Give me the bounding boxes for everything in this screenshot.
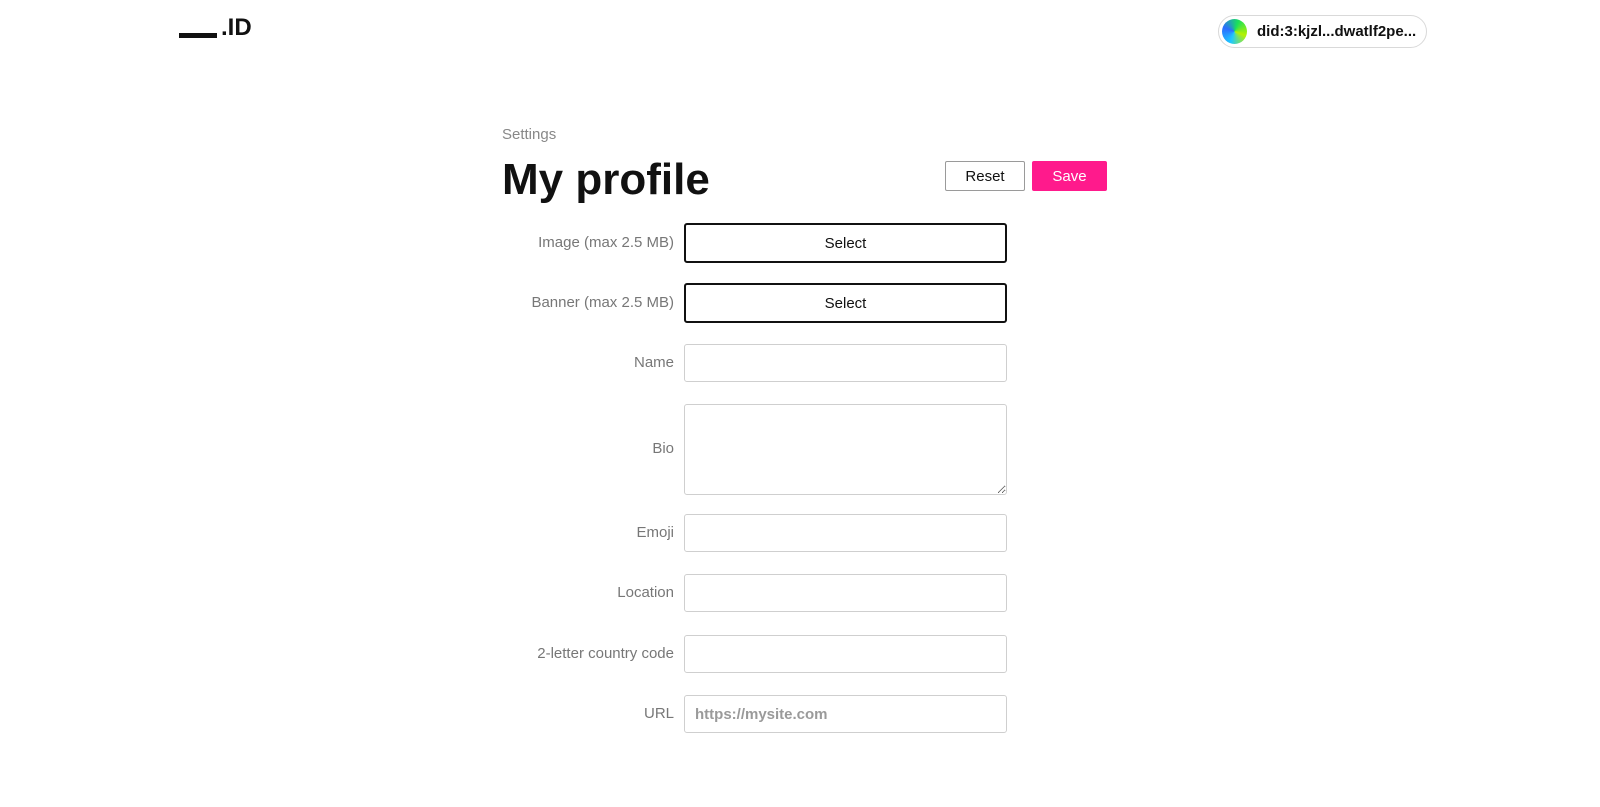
reset-button[interactable]: Reset: [945, 161, 1025, 191]
image-select-button[interactable]: Select: [684, 223, 1007, 263]
account-button[interactable]: did:3:kjzl...dwatlf2pe...: [1218, 15, 1427, 48]
country-label: 2-letter country code: [537, 645, 674, 662]
location-input[interactable]: [684, 574, 1007, 612]
location-label: Location: [617, 584, 674, 601]
emoji-label: Emoji: [636, 524, 674, 541]
logo-underscore-mark: [179, 33, 217, 38]
name-input[interactable]: [684, 344, 1007, 382]
name-label: Name: [633, 354, 674, 371]
avatar: [1222, 19, 1247, 44]
url-input[interactable]: [684, 695, 1007, 733]
country-code-input[interactable]: [684, 635, 1007, 673]
account-id: did:3:kjzl...dwatlf2pe...: [1257, 23, 1417, 40]
logo[interactable]: .ID: [179, 16, 252, 40]
title-row: My profile Reset Save: [502, 154, 1107, 216]
emoji-input[interactable]: [684, 514, 1007, 552]
page-title: My profile: [502, 155, 710, 204]
bio-textarea[interactable]: [684, 404, 1007, 495]
top-bar: .ID did:3:kjzl...dwatlf2pe...: [0, 0, 1600, 70]
url-label: URL: [643, 705, 674, 722]
banner-select-button[interactable]: Select: [684, 283, 1007, 323]
breadcrumb[interactable]: Settings: [502, 126, 1106, 146]
image-label: Image (max 2.5 MB): [538, 234, 674, 251]
page-header: Settings My profile Reset Save: [502, 126, 1107, 216]
bio-label: Bio: [652, 440, 674, 457]
logo-text: .ID: [221, 14, 252, 41]
save-button[interactable]: Save: [1032, 161, 1107, 191]
banner-label: Banner (max 2.5 MB): [531, 294, 674, 311]
